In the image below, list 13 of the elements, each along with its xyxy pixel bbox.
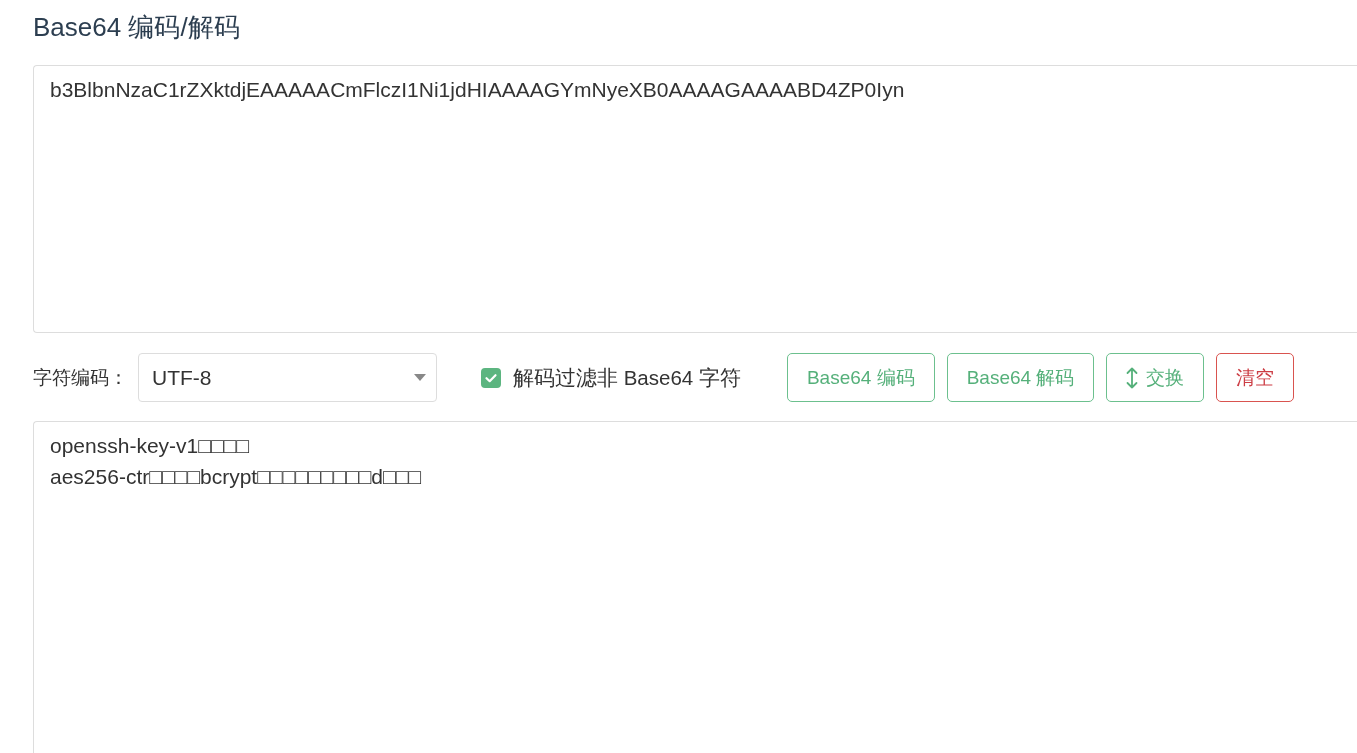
caret-icon (414, 374, 426, 381)
filter-checkbox[interactable] (481, 367, 501, 388)
filter-label: 解码过滤非 Base64 字符 (513, 364, 741, 391)
page-title: Base64 编码/解码 (33, 12, 240, 42)
charset-select[interactable]: UTF-8 (138, 353, 437, 402)
input-text-area[interactable]: b3BlbnNzaC1rZXktdjEAAAAACmFlczI1Ni1jdHIAAAAGYmNyeXB0AAAAGAAAABD4ZP0Iyn (33, 65, 1357, 333)
vertical-arrows-icon (1126, 366, 1139, 389)
charset-label: 字符编码： (33, 365, 128, 390)
clear-button[interactable]: 清空 (1216, 353, 1295, 402)
action-button[interactable]: Base64 解码 (946, 353, 1095, 402)
output-text-area[interactable]: openssh-key-v1□□□□ aes256-ctr□□□□bcrypt□□□□□□□□□d□□□ (33, 421, 1357, 753)
action-button[interactable]: Base64 编码 (786, 353, 935, 402)
swap-button[interactable]: 交换 (1106, 353, 1205, 402)
